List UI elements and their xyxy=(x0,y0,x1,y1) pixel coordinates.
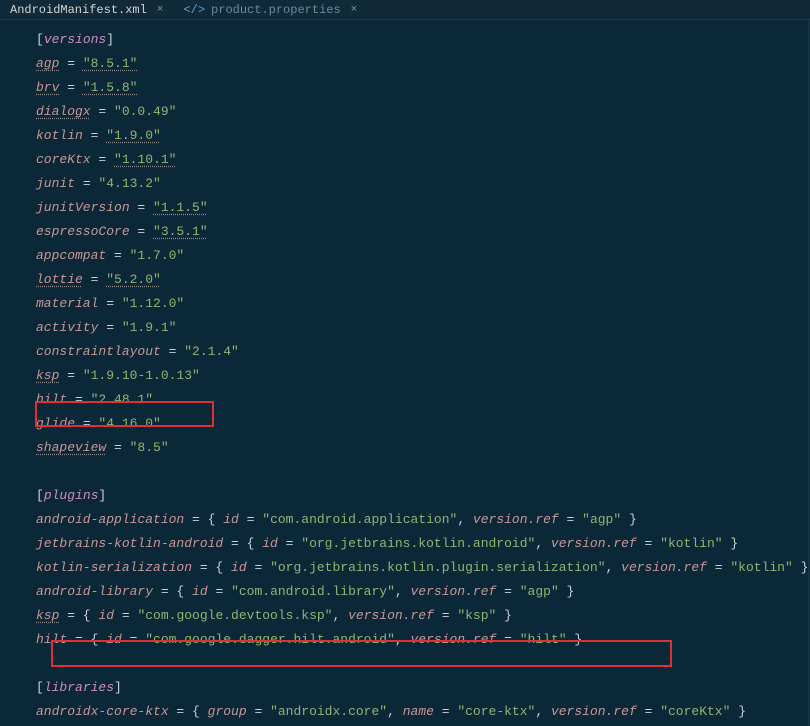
key: activity xyxy=(36,320,98,335)
key: junit xyxy=(36,176,75,191)
value: "1.1.5" xyxy=(153,200,208,215)
key: lottie xyxy=(36,272,83,287)
value: "4.16.0" xyxy=(98,416,160,431)
key: glide xyxy=(36,416,75,431)
value: "1.9.10-1.0.13" xyxy=(83,368,200,383)
close-icon[interactable]: × xyxy=(153,4,164,16)
value: "1.12.0" xyxy=(122,296,184,311)
value: "1.7.0" xyxy=(130,248,185,263)
key: material xyxy=(36,296,98,311)
key: brv xyxy=(36,80,59,95)
value: "8.5" xyxy=(130,440,169,455)
key: constraintlayout xyxy=(36,344,161,359)
tab-label: product.properties xyxy=(211,3,341,17)
code-icon: </> xyxy=(183,3,205,17)
gutter xyxy=(0,20,28,726)
tab-bar: AndroidManifest.xml × </> product.proper… xyxy=(0,0,810,20)
tab-label: AndroidManifest.xml xyxy=(10,3,147,17)
code-area[interactable]: [versions] agp = "8.5.1" brv = "1.5.8" d… xyxy=(28,20,808,726)
value: "4.13.2" xyxy=(98,176,160,191)
close-icon[interactable]: × xyxy=(347,4,358,16)
value: "8.5.1" xyxy=(83,56,138,71)
value: "0.0.49" xyxy=(114,104,176,119)
tab-manifest[interactable]: AndroidManifest.xml × xyxy=(0,0,173,19)
key: shapeview xyxy=(36,440,106,455)
key: junitVersion xyxy=(36,200,130,215)
key: ksp xyxy=(36,368,59,383)
value: "1.9.1" xyxy=(122,320,177,335)
key: agp xyxy=(36,56,59,71)
key: espressoCore xyxy=(36,224,130,239)
editor: [versions] agp = "8.5.1" brv = "1.5.8" d… xyxy=(0,20,810,726)
section-libraries: libraries xyxy=(44,680,114,695)
key: hilt xyxy=(36,392,67,407)
value: "1.9.0" xyxy=(106,128,161,143)
key: kotlin xyxy=(36,128,83,143)
value: "2.1.4" xyxy=(184,344,239,359)
key: dialogx xyxy=(36,104,91,119)
value: "3.5.1" xyxy=(153,224,208,239)
value: "5.2.0" xyxy=(106,272,161,287)
value: "1.5.8" xyxy=(83,80,138,95)
value: "1.10.1" xyxy=(114,152,176,167)
tab-product-properties[interactable]: </> product.properties × xyxy=(173,0,367,19)
value: "2.48.1" xyxy=(91,392,153,407)
section-versions: versions xyxy=(44,32,106,47)
section-plugins: plugins xyxy=(44,488,99,503)
key: coreKtx xyxy=(36,152,91,167)
key: appcompat xyxy=(36,248,106,263)
